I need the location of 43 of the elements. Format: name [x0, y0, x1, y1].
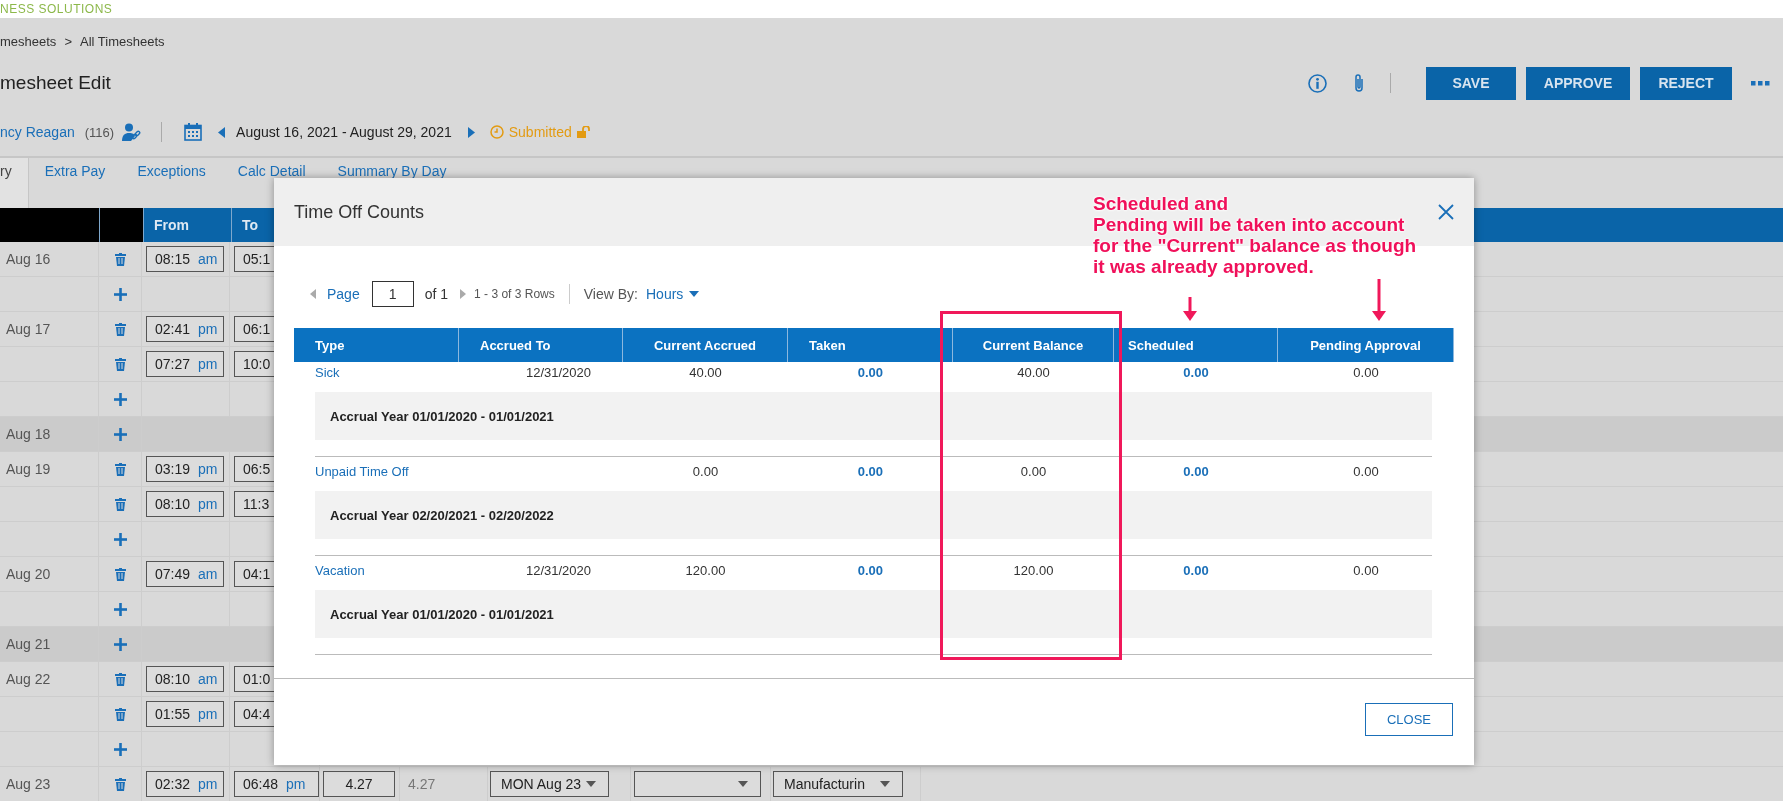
annotation-text: Scheduled and Pending will be taken into account for the "Current" balance as though it was already approved. — [1093, 193, 1417, 277]
table-header: Scheduled — [1114, 328, 1278, 362]
accrual-year-label: Accrual Year 01/01/2020 - 01/01/2021 — [315, 590, 1432, 638]
table-cell-text: 12/31/2020 — [525, 562, 591, 580]
table-cell-text: 120.00 — [1013, 562, 1054, 580]
table-cell-text: 0.00 — [1353, 463, 1379, 481]
day-label: Aug 20 — [6, 566, 51, 582]
pay-period: August 16, 2021 - August 29, 2021 — [236, 124, 452, 140]
status-label: Submitted — [508, 124, 572, 140]
table-cell-text: 40.00 — [689, 364, 722, 382]
table-cell-text: 0.00 — [692, 463, 719, 481]
breadcrumb-current: All Timesheets — [79, 33, 165, 49]
table-header: Type — [294, 328, 459, 362]
logo-text: NESS SOLUTIONS — [0, 2, 113, 16]
table-cell-text: 120.00 — [685, 562, 726, 580]
page-label: Page — [327, 286, 360, 302]
total-hours: 4.27 — [408, 776, 436, 792]
accrual-year-label: Accrual Year 01/01/2020 - 01/01/2021 — [315, 392, 1432, 440]
table-header: Current Balance — [953, 328, 1114, 362]
table-header: Pending Approval — [1278, 328, 1454, 362]
table-header: Accrued To — [459, 328, 623, 362]
page-count: of 1 — [424, 286, 449, 302]
table-cell-text: 12/31/2020 — [525, 364, 591, 382]
day-label: Aug 16 — [6, 251, 51, 267]
table-cell-text: 0.00 — [1353, 364, 1379, 382]
day-label: Aug 18 — [6, 426, 51, 442]
employee-number: (116) — [84, 124, 115, 140]
day-label: Aug 19 — [6, 461, 51, 477]
page-title: mesheet Edit — [0, 72, 112, 94]
day-label: Aug 22 — [6, 671, 51, 687]
day-label: Aug 21 — [6, 636, 51, 652]
view-by-label: View By: — [583, 286, 638, 302]
table-cell-text: 40.00 — [1017, 364, 1050, 382]
accrual-year-label: Accrual Year 02/20/2021 - 02/20/2022 — [315, 491, 1432, 539]
table-cell-text: 0.00 — [1020, 463, 1047, 481]
column-header: From — [144, 208, 232, 242]
row-count: 1 - 3 of 3 Rows — [474, 287, 555, 301]
breadcrumb-separator: > — [64, 33, 72, 49]
table-header: Taken — [788, 328, 953, 362]
table-cell-text: 0.00 — [1353, 562, 1379, 580]
table-header: Current Accrued — [623, 328, 788, 362]
day-label: Aug 17 — [6, 321, 51, 337]
day-label: Aug 23 — [6, 776, 51, 792]
